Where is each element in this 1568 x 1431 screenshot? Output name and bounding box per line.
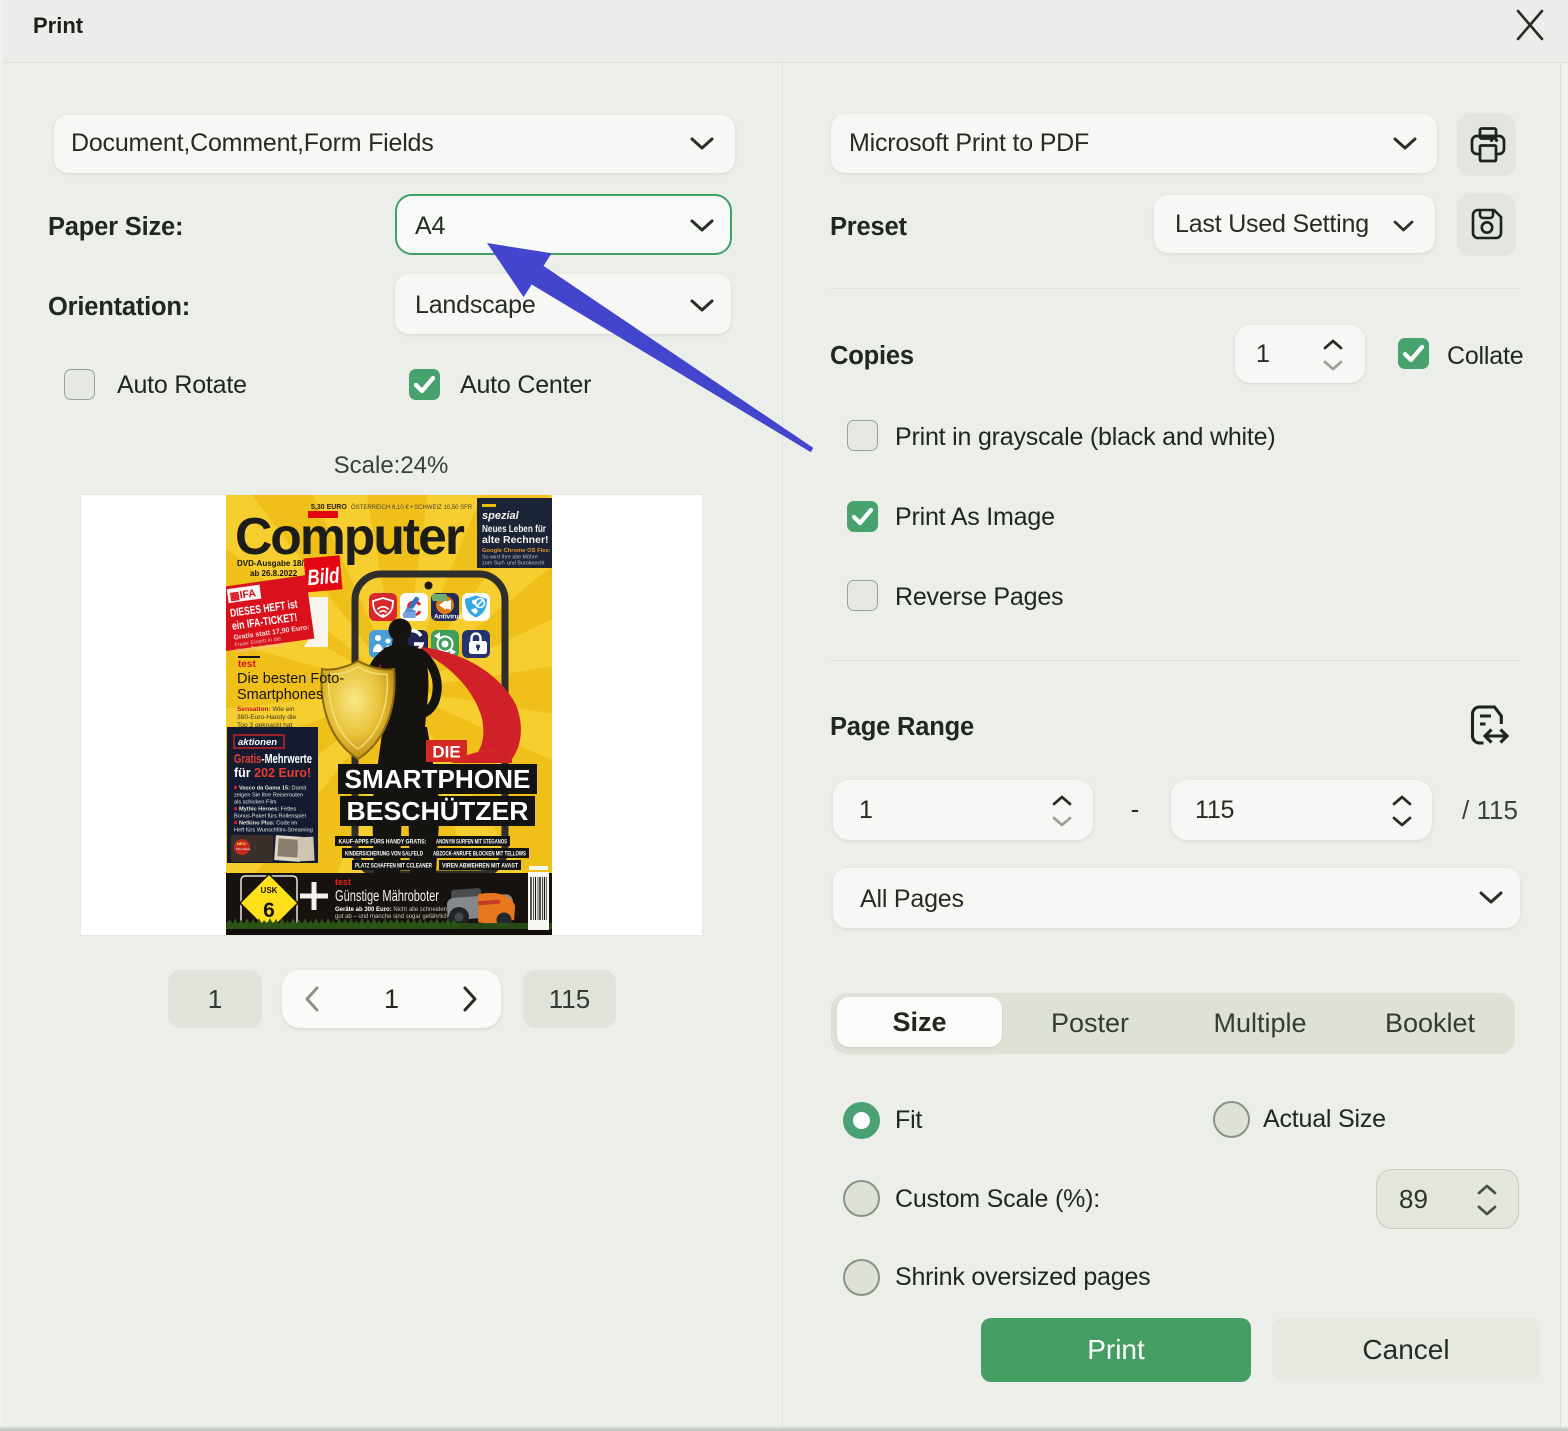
svg-text:Computer: Computer [235,508,465,566]
svg-text:ANONYM SURFEN MIT STEGANOS: ANONYM SURFEN MIT STEGANOS [436,839,507,846]
svg-text:ab 26.8.2022: ab 26.8.2022 [250,569,298,578]
svg-text:Die besten Foto-: Die besten Foto- [237,671,344,687]
svg-text:Mythic Heroes: Fettes: Mythic Heroes: Fettes [239,807,296,813]
svg-text:6: 6 [263,899,275,922]
svg-text:Gratis-Mehrwerte: Gratis-Mehrwerte [234,752,312,766]
svg-text:Günstige Mähroboter: Günstige Mähroboter [335,888,439,905]
svg-text:SMARTPHONE: SMARTPHONE [345,764,531,794]
svg-text:USK: USK [261,886,278,895]
svg-text:alte Rechner!: alte Rechner! [482,534,549,546]
svg-text:Film-Paket: Film-Paket [236,847,251,851]
svg-text:spezial: spezial [482,510,520,522]
svg-text:380-Euro-Handy die: 380-Euro-Handy die [237,714,296,721]
svg-text:PLATZ SCHAFFEN MIT CCLEANER: PLATZ SCHAFFEN MIT CCLEANER [355,863,432,870]
svg-text:ABZOCK-ANRUFE BLOCKEN MIT TELL: ABZOCK-ANRUFE BLOCKEN MIT TELLOWS [433,851,526,858]
svg-text:gut ab – und manche sind sogar: gut ab – und manche sind sogar gefährlic… [335,914,448,920]
svg-text:test: test [238,659,256,670]
svg-text:Bild: Bild [306,563,340,591]
svg-text:Google Chrome OS Flex:: Google Chrome OS Flex: [482,548,551,554]
svg-text:für 202 Euro!: für 202 Euro! [234,766,311,780]
svg-text:Geräte ab 300 Euro: Nicht alle: Geräte ab 300 Euro: Nicht alle schneiden [335,907,447,913]
svg-text:Heft fürs Wunschfilm-Streaming: Heft fürs Wunschfilm-Streaming [234,828,313,834]
svg-text:Sensation: Wie ein: Sensation: Wie ein [237,706,295,713]
svg-text:Antivirus: Antivirus [434,614,463,621]
svg-text:KAUF-APPS FÜRS HANDY GRATIS:: KAUF-APPS FÜRS HANDY GRATIS: [339,837,427,846]
svg-text:VIREN ABWEHREN MIT AVAST: VIREN ABWEHREN MIT AVAST [442,863,518,870]
svg-text:DIE: DIE [432,743,460,762]
svg-text:NEU:: NEU: [237,841,247,846]
svg-text:Smartphones: Smartphones [237,687,323,703]
svg-text:Netkino Plus: Code im: Netkino Plus: Code im [239,821,297,827]
svg-text:KINDERSICHERUNG VON SALFELD: KINDERSICHERUNG VON SALFELD [345,851,423,858]
svg-text:zum Surf- und Buroknecht: zum Surf- und Buroknecht [482,561,545,567]
svg-text:Bonus-Paket fürs Rollenspiel: Bonus-Paket fürs Rollenspiel [234,814,306,820]
svg-text:aktionen: aktionen [238,737,277,748]
svg-text:Vasco da Gama 15: Damit: Vasco da Gama 15: Damit [239,786,307,792]
svg-text:BESCHÜTZER: BESCHÜTZER [347,796,529,826]
svg-text:test: test [335,877,351,887]
svg-text:zeigen Sie Ihre Reiserouten: zeigen Sie Ihre Reiserouten [234,793,303,799]
svg-text:als schicken Film: als schicken Film [234,800,277,806]
